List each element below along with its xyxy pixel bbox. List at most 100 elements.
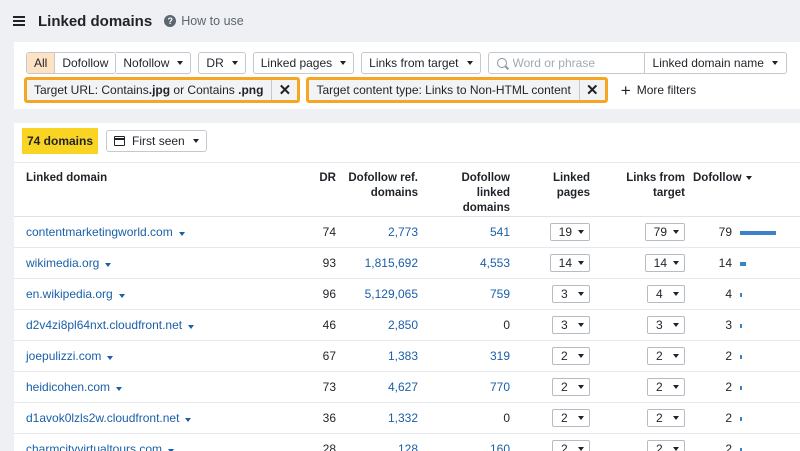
linked-pages-cell: 3 [518,278,598,310]
ref-domains-cell[interactable]: 2,773 [344,216,426,248]
links-from-target-cell: 4 [598,278,693,310]
linked-domain-cell[interactable]: charmcityvirtualtours.com [14,433,301,451]
active-filters-row: Target URL: Contains .jpg or Contains .p… [24,77,696,103]
links-from-target-filter-dropdown[interactable]: Links from target [361,52,481,74]
links-from-target-dropdown[interactable]: 79 [644,223,685,241]
linked-pages-dropdown[interactable]: 3 [552,316,590,334]
linked-domain-link[interactable]: en.wikipedia.org [26,287,113,301]
column-header-linked-pages[interactable]: Linked pages [518,162,598,217]
linked-domain-cell[interactable]: contentmarketingworld.com [14,216,301,248]
chevron-down-icon[interactable] [188,325,195,329]
column-header-dofollow[interactable]: Dofollow [693,162,800,217]
linked-domains-cell[interactable]: 759 [426,278,518,310]
dofollow-cell: 14 [693,247,740,279]
links-from-target-cell: 2 [598,340,693,372]
chevron-down-icon [673,230,679,234]
segment-dofollow[interactable]: Dofollow [55,53,116,73]
column-header-ref-domains[interactable]: Dofollow ref. domains [344,162,426,217]
linked-pages-dropdown[interactable]: 14 [549,254,590,272]
linked-pages-value: 2 [561,380,568,394]
nofollow-label: Nofollow [123,56,170,70]
results-toolbar: 74 domains First seen [22,128,207,154]
column-header-linked-domain[interactable]: Linked domain [14,162,301,217]
results-count: 74 domains [22,128,99,154]
ref-domains-line-2: domains [370,187,418,199]
more-filters-label: More filters [636,83,697,97]
how-to-use-link[interactable]: ? How to use [164,14,244,28]
close-icon[interactable]: ✕ [578,80,605,100]
nofollow-dropdown[interactable]: Nofollow [116,52,192,74]
table-header-row: Linked domain DR Dofollow ref. domains D… [14,162,800,217]
linked-domain-cell[interactable]: heidicohen.com [14,371,301,403]
linked-domains-cell[interactable]: 4,553 [426,247,518,279]
links-from-target-dropdown[interactable]: 2 [647,409,685,427]
date-filter-dropdown[interactable]: First seen [106,130,207,152]
linked-domains-cell[interactable]: 541 [426,216,518,248]
chevron-down-icon[interactable] [118,294,125,298]
linked-domain-cell[interactable]: d1avok0lzls2w.cloudfront.net [14,402,301,434]
dofollow-share-bar [740,385,742,390]
ref-domains-cell[interactable]: 1,383 [344,340,426,372]
ref-domains-cell[interactable]: 5,129,065 [344,278,426,310]
linked-pages-filter-dropdown[interactable]: Linked pages [252,52,355,74]
search-scope-dropdown[interactable]: Linked domain name [644,52,787,74]
linked-domains-cell[interactable]: 160 [426,433,518,451]
ref-domains-cell[interactable]: 1,815,692 [344,247,426,279]
chevron-down-icon[interactable] [116,387,123,391]
target-url-filter-chip[interactable]: Target URL: Contains .jpg or Contains .p… [24,77,301,103]
linked-domain-link[interactable]: wikimedia.org [26,256,99,270]
linked-domain-link[interactable]: charmcityvirtualtours.com [26,442,162,451]
linked-domains-line-1: Dofollow linked [461,172,510,199]
chevron-down-icon [673,447,679,451]
chevron-down-icon[interactable] [185,418,192,422]
page-title: Linked domains [38,12,153,30]
dr-filter-dropdown[interactable]: DR [198,52,246,74]
links-from-target-dropdown[interactable]: 2 [647,347,685,365]
chevron-down-icon [578,447,584,451]
ref-domains-cell[interactable]: 4,627 [344,371,426,403]
segment-all[interactable]: All [27,53,56,73]
dofollow-cell: 2 [693,340,740,372]
ref-domains-cell[interactable]: 2,850 [344,309,426,341]
ref-domains-cell[interactable]: 1,332 [344,402,426,434]
chevron-down-icon[interactable] [178,232,185,236]
linked-pages-dropdown[interactable]: 2 [552,409,590,427]
links-from-target-dropdown[interactable]: 3 [647,316,685,334]
linked-domain-cell[interactable]: wikimedia.org [14,247,301,279]
column-header-links-from-target[interactable]: Links from target [598,162,693,217]
dr-cell: 28 [301,433,344,451]
column-header-linked-domains[interactable]: Dofollow linked domains [426,162,518,217]
more-filters-button[interactable]: + More filters [621,82,696,99]
linked-domain-link[interactable]: d1avok0lzls2w.cloudfront.net [26,411,179,425]
linked-domain-cell[interactable]: en.wikipedia.org [14,278,301,310]
linked-domains-cell[interactable]: 770 [426,371,518,403]
chevron-down-icon[interactable] [107,356,114,360]
column-header-dr[interactable]: DR [301,162,344,217]
linked-pages-cell: 14 [518,247,598,279]
content-type-filter-chip[interactable]: Target content type: Links to Non-HTML c… [306,77,608,103]
linked-domain-link[interactable]: joepulizzi.com [26,349,101,363]
linked-domain-link[interactable]: heidicohen.com [26,380,110,394]
links-from-target-dropdown[interactable]: 2 [647,378,685,396]
chevron-down-icon[interactable] [105,263,112,267]
links-from-target-dropdown[interactable]: 2 [647,440,685,451]
linked-domains-cell[interactable]: 319 [426,340,518,372]
chevron-down-icon [673,292,679,296]
close-icon[interactable]: ✕ [271,80,297,100]
linked-domain-link[interactable]: d2v4zi8pl64nxt.cloudfront.net [26,318,182,332]
ref-domains-cell[interactable]: 128 [344,433,426,451]
links-from-target-dropdown[interactable]: 4 [647,285,685,303]
linked-pages-value: 19 [558,225,572,239]
linked-domain-cell[interactable]: d2v4zi8pl64nxt.cloudfront.net [14,309,301,341]
linked-pages-dropdown[interactable]: 19 [549,223,590,241]
linked-pages-dropdown[interactable]: 3 [552,285,590,303]
links-from-target-dropdown[interactable]: 14 [644,254,685,272]
linked-pages-dropdown[interactable]: 2 [552,378,590,396]
menu-icon[interactable] [13,16,25,26]
dofollow-bar-cell [740,433,800,451]
linked-pages-dropdown[interactable]: 2 [552,440,590,451]
search-input[interactable] [512,56,633,70]
linked-domain-link[interactable]: contentmarketingworld.com [26,225,173,239]
linked-pages-dropdown[interactable]: 2 [552,347,590,365]
linked-domain-cell[interactable]: joepulizzi.com [14,340,301,372]
